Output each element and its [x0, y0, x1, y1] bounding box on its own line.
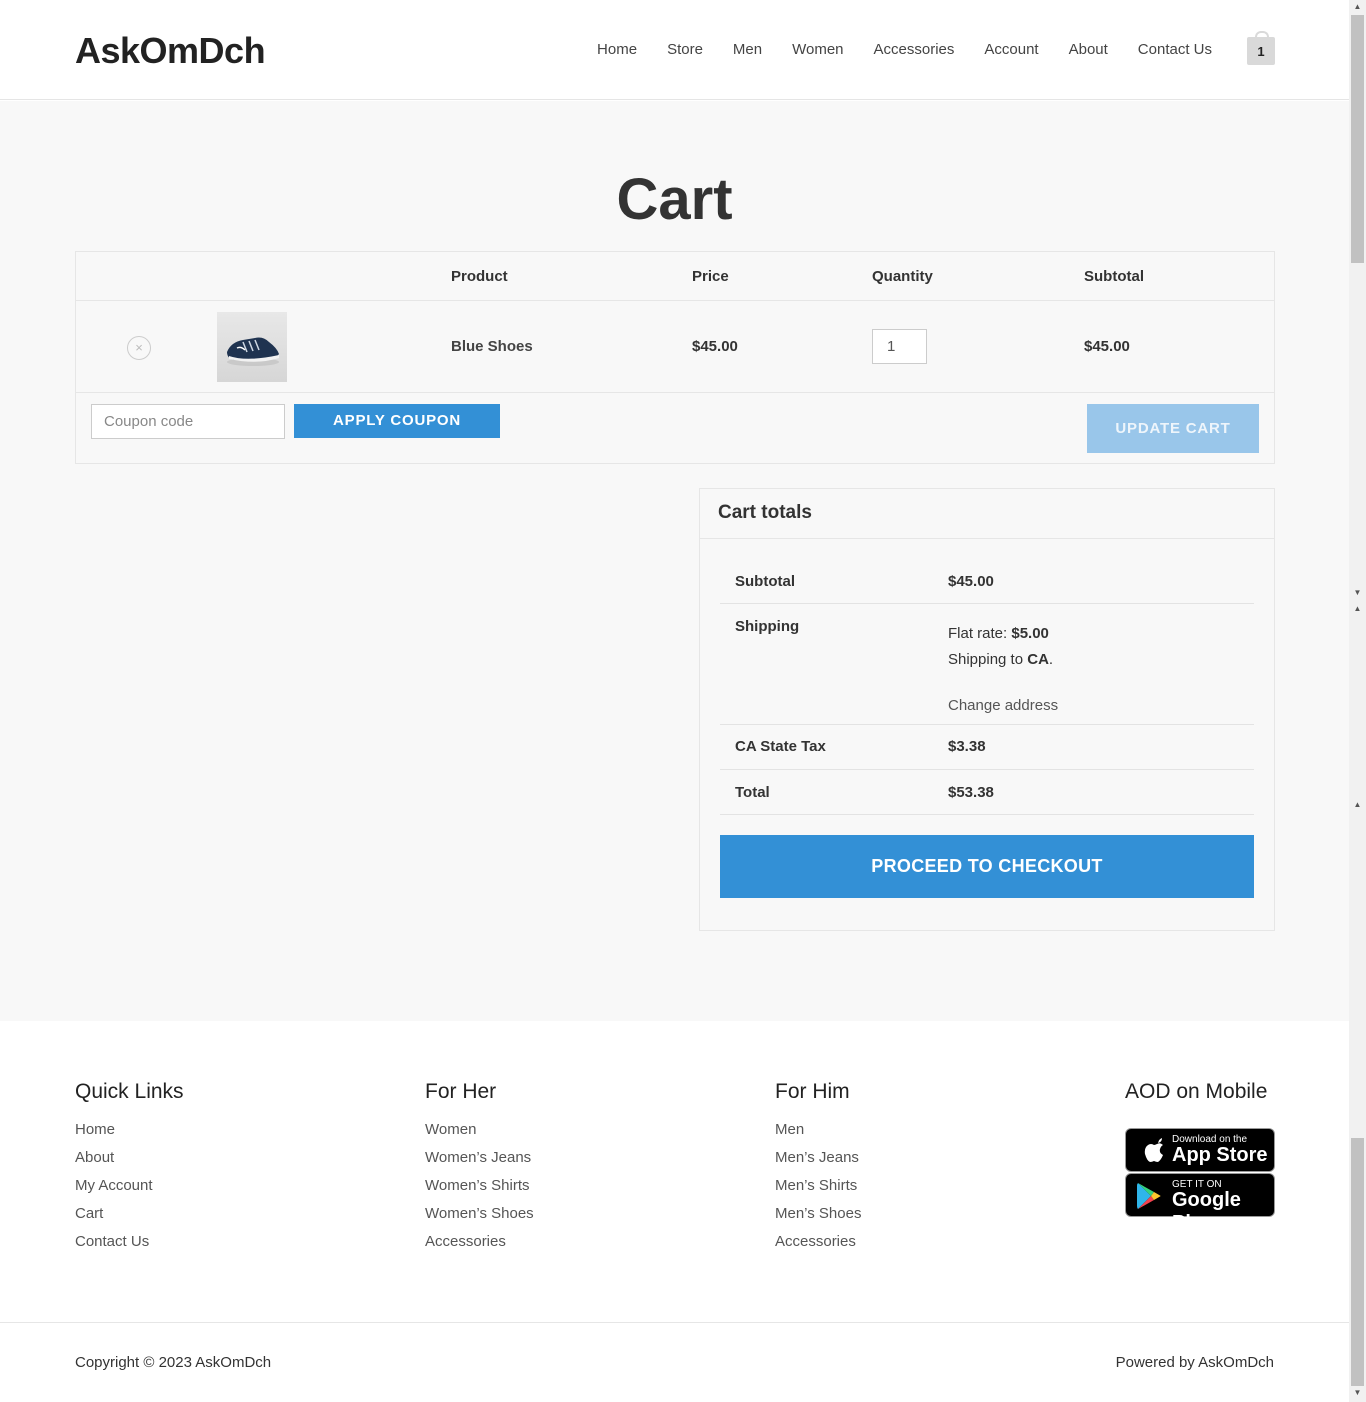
nav-women[interactable]: Women [792, 41, 843, 58]
tax-value: $3.38 [948, 738, 986, 755]
footer-quick-links: Quick Links Home About My Account Cart C… [75, 1080, 184, 1261]
site-header: AskOmDch Home Store Men Women Accessorie… [0, 0, 1349, 100]
shipping-to-text: Shipping to [948, 651, 1028, 668]
remove-icon[interactable]: × [127, 336, 151, 360]
copyright-text: Copyright © 2023 AskOmDch [75, 1354, 272, 1371]
main-content: Cart Product Price Quantity Subtotal × B… [0, 101, 1349, 1021]
site-footer: Quick Links Home About My Account Cart C… [0, 1021, 1349, 1402]
column-quantity: Quantity [872, 268, 933, 285]
footer-link-womens-shirts[interactable]: Women’s Shirts [425, 1177, 534, 1205]
proceed-to-checkout-button[interactable]: PROCEED TO CHECKOUT [720, 835, 1254, 898]
table-row: × Blue Shoes $45.00 1 $45.00 [76, 301, 1274, 393]
mobile-title: AOD on Mobile [1125, 1080, 1268, 1103]
cart-count: 1 [1257, 44, 1265, 59]
nav-accessories[interactable]: Accessories [874, 41, 955, 58]
shipping-details: Flat rate: $5.00 Shipping to CA. Change … [948, 621, 1058, 719]
scrollbar-thumb-bottom[interactable] [1351, 1138, 1364, 1386]
column-product: Product [451, 268, 508, 285]
product-name[interactable]: Blue Shoes [451, 338, 533, 355]
scrollbar[interactable]: ▲ ▼ ▲ ▲ ▼ [1349, 0, 1366, 1402]
footer-for-him: For Him Men Men’s Jeans Men’s Shirts Men… [775, 1080, 861, 1261]
scroll-up-arrow-icon[interactable]: ▲ [1352, 604, 1363, 615]
scroll-down-arrow-icon[interactable]: ▼ [1352, 1388, 1363, 1399]
footer-link-home[interactable]: Home [75, 1121, 184, 1149]
apply-coupon-button[interactable]: APPLY COUPON [294, 404, 500, 438]
cart-totals-title: Cart totals [700, 489, 1274, 539]
totals-row-shipping: Shipping Flat rate: $5.00 Shipping to CA… [720, 604, 1254, 725]
quantity-input[interactable]: 1 [872, 329, 927, 364]
flat-rate-text: Flat rate: [948, 625, 1012, 642]
google-play-big-text: Google Play [1172, 1189, 1241, 1234]
google-play-badge[interactable]: GET IT ON Google Play [1125, 1173, 1275, 1234]
cart-totals: Cart totals Subtotal $45.00 Shipping Fla… [699, 488, 1275, 931]
for-him-title: For Him [775, 1080, 850, 1103]
footer-link-womens-shoes[interactable]: Women’s Shoes [425, 1205, 534, 1233]
powered-by-text: Powered by AskOmDch [1115, 1354, 1274, 1371]
totals-row-subtotal: Subtotal $45.00 [720, 559, 1254, 604]
site-logo[interactable]: AskOmDch [75, 30, 266, 72]
scroll-up-arrow-icon[interactable]: ▲ [1352, 800, 1363, 811]
footer-link-men[interactable]: Men [775, 1121, 861, 1149]
column-price: Price [692, 268, 729, 285]
shipping-to-value: CA [1027, 651, 1049, 668]
footer-link-her-accessories[interactable]: Accessories [425, 1233, 534, 1261]
nav-contact-us[interactable]: Contact Us [1138, 41, 1212, 58]
scroll-down-arrow-icon[interactable]: ▼ [1352, 588, 1363, 599]
footer-link-contact-us[interactable]: Contact Us [75, 1233, 184, 1261]
product-subtotal: $45.00 [1084, 338, 1130, 355]
page-title: Cart [616, 167, 733, 232]
footer-link-cart[interactable]: Cart [75, 1205, 184, 1233]
subtotal-label: Subtotal [735, 573, 795, 590]
change-address-link[interactable]: Change address [948, 693, 1058, 719]
cart-table-header: Product Price Quantity Subtotal [76, 252, 1274, 301]
total-label: Total [735, 784, 770, 801]
footer-link-womens-jeans[interactable]: Women’s Jeans [425, 1149, 534, 1177]
nav-men[interactable]: Men [733, 41, 762, 58]
scrollbar-thumb-top[interactable] [1351, 15, 1364, 263]
shipping-label: Shipping [735, 618, 800, 635]
app-store-badge[interactable]: Download on the App Store [1125, 1128, 1275, 1172]
main-nav: Home Store Men Women Accessories Account… [597, 41, 1212, 58]
cart-table: Product Price Quantity Subtotal × Blue S… [75, 251, 1275, 464]
footer-link-mens-shoes[interactable]: Men’s Shoes [775, 1205, 861, 1233]
footer-link-women[interactable]: Women [425, 1121, 534, 1149]
footer-link-mens-shirts[interactable]: Men’s Shirts [775, 1177, 861, 1205]
update-cart-button[interactable]: UPDATE CART [1087, 404, 1259, 453]
tax-label: CA State Tax [735, 738, 826, 755]
product-price: $45.00 [692, 338, 738, 355]
flat-rate-value: $5.00 [1011, 625, 1049, 642]
footer-for-her: For Her Women Women’s Jeans Women’s Shir… [425, 1080, 534, 1261]
footer-link-my-account[interactable]: My Account [75, 1177, 184, 1205]
quick-links-title: Quick Links [75, 1080, 184, 1103]
product-thumbnail[interactable] [217, 312, 287, 382]
footer-link-mens-jeans[interactable]: Men’s Jeans [775, 1149, 861, 1177]
nav-home[interactable]: Home [597, 41, 637, 58]
google-play-icon [1137, 1183, 1161, 1209]
nav-store[interactable]: Store [667, 41, 703, 58]
apple-icon [1144, 1138, 1163, 1162]
footer-bottom: Copyright © 2023 AskOmDch Powered by Ask… [0, 1322, 1349, 1402]
footer-link-about[interactable]: About [75, 1149, 184, 1177]
nav-account[interactable]: Account [984, 41, 1038, 58]
totals-row-total: Total $53.38 [720, 770, 1254, 815]
nav-about[interactable]: About [1069, 41, 1108, 58]
scroll-up-arrow-icon[interactable]: ▲ [1352, 2, 1363, 13]
column-subtotal: Subtotal [1084, 268, 1144, 285]
app-store-big-text: App Store [1172, 1144, 1268, 1166]
shipping-to-suffix: . [1048, 651, 1054, 668]
total-value: $53.38 [948, 784, 994, 801]
cart-icon[interactable]: 1 [1247, 31, 1275, 65]
coupon-code-input[interactable]: Coupon code [91, 404, 285, 439]
subtotal-value: $45.00 [948, 573, 994, 590]
totals-row-tax: CA State Tax $3.38 [720, 725, 1254, 770]
footer-mobile: AOD on Mobile [1125, 1080, 1267, 1121]
for-her-title: For Her [425, 1080, 497, 1103]
footer-link-him-accessories[interactable]: Accessories [775, 1233, 861, 1261]
